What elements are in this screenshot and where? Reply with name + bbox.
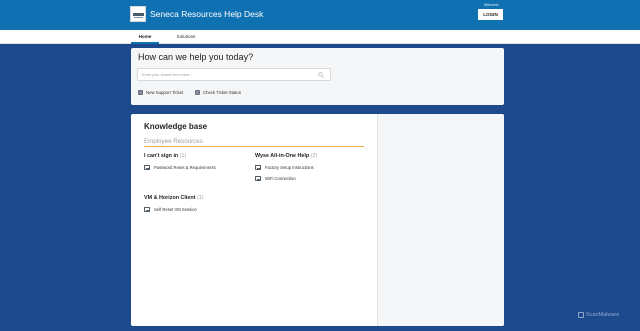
watermark: ScanMalware: [578, 312, 619, 318]
watermark-logo-icon: [578, 312, 584, 318]
article-icon: [255, 165, 261, 170]
knowledge-base-card: Knowledge base Employee Resources I can'…: [131, 114, 504, 326]
folder-title[interactable]: I can't sign in (1): [144, 153, 254, 159]
folder-title-text: VM & Horizon Client: [144, 195, 196, 201]
folder-title-text: Wyse All-in-One Help: [255, 153, 310, 159]
tab-home[interactable]: Home: [131, 30, 159, 44]
ticket-status-icon: ≡: [195, 89, 200, 95]
article-label: Password Reset & Requirements: [154, 165, 216, 170]
folder-count: (1): [197, 195, 204, 201]
plus-icon: +: [138, 89, 143, 95]
category-title[interactable]: Employee Resources: [144, 138, 203, 145]
login-button[interactable]: LOGIN: [478, 9, 503, 20]
folder-wyse-help: Wyse All-in-One Help (2) Factory Setup I…: [255, 153, 365, 184]
article-link[interactable]: Self Reset VM Session: [144, 204, 254, 215]
category-divider: [144, 146, 364, 147]
knowledge-base-sidebar: [377, 114, 504, 326]
help-search-card: How can we help you today? + New Support…: [131, 48, 504, 105]
article-label: Factory Setup Instructions: [265, 165, 314, 170]
company-logo[interactable]: [130, 6, 146, 22]
folder-count: (1): [179, 153, 187, 159]
article-link[interactable]: Factory Setup Instructions: [255, 162, 365, 173]
new-support-ticket-link[interactable]: + New Support Ticket: [138, 88, 183, 96]
folder-count: (2): [310, 153, 318, 159]
helpdesk-brand-title[interactable]: Seneca Resources Help Desk: [150, 9, 263, 19]
article-link[interactable]: WiFi Connection: [255, 173, 365, 184]
folder-title[interactable]: VM & Horizon Client (1): [144, 195, 254, 201]
welcome-text: Welcome: [484, 3, 499, 7]
article-label: Self Reset VM Session: [154, 207, 197, 212]
check-ticket-status-label: Check Ticket Status: [203, 89, 241, 95]
article-link[interactable]: Password Reset & Requirements: [144, 162, 254, 173]
watermark-text: ScanMalware: [586, 312, 620, 318]
folder-title[interactable]: Wyse All-in-One Help (2): [255, 153, 365, 159]
article-icon: [144, 207, 150, 212]
top-header-bar: Seneca Resources Help Desk Welcome LOGIN: [0, 0, 640, 30]
help-heading: How can we help you today?: [138, 52, 254, 62]
new-support-ticket-label: New Support Ticket: [146, 89, 184, 95]
check-ticket-status-link[interactable]: ≡ Check Ticket Status: [195, 88, 241, 96]
article-label: WiFi Connection: [265, 176, 296, 181]
search-input[interactable]: [137, 68, 331, 81]
tab-solutions[interactable]: Solutions: [172, 30, 200, 44]
main-nav: Home Solutions: [0, 30, 640, 44]
article-icon: [144, 165, 150, 170]
folder-vm-horizon: VM & Horizon Client (1) Self Reset VM Se…: [144, 195, 254, 215]
folder-title-text: I can't sign in: [144, 153, 179, 159]
search-icon[interactable]: [318, 72, 324, 78]
article-icon: [255, 176, 261, 181]
knowledge-base-title: Knowledge base: [144, 122, 208, 131]
folder-cant-sign-in: I can't sign in (1) Password Reset & Req…: [144, 153, 254, 173]
